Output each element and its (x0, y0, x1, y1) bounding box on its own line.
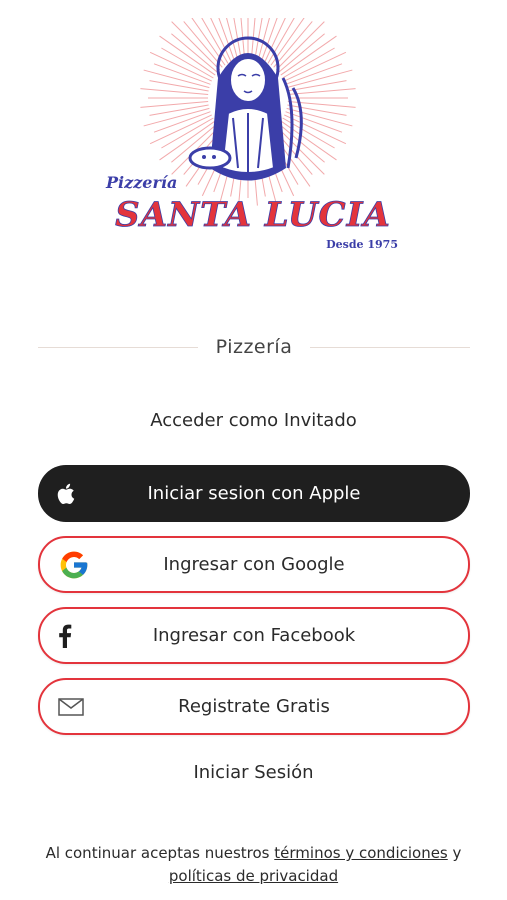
google-signin-label: Ingresar con Google (163, 554, 345, 575)
register-button[interactable]: Registrate Gratis (38, 678, 470, 735)
google-icon (58, 549, 90, 581)
logo-script-word: Pizzería (105, 173, 177, 192)
logo-ray (287, 80, 347, 92)
terms-link[interactable]: términos y condiciones (274, 844, 447, 862)
apple-signin-label: Iniciar sesion con Apple (147, 483, 361, 504)
legal-prefix: Al continuar aceptas nuestros (45, 844, 270, 862)
logo-ray (171, 21, 221, 71)
logo-since: Desde 1975 (326, 238, 398, 251)
divider-line-right (310, 346, 471, 348)
apple-signin-button[interactable]: Iniciar sesion con Apple (38, 465, 470, 522)
section-label: Pizzería (215, 336, 293, 358)
legal-conjunction: y (452, 844, 462, 862)
guest-access-link[interactable]: Acceder como Invitado (0, 410, 507, 431)
facebook-signin-label: Ingresar con Facebook (152, 625, 356, 646)
section-divider: Pizzería (38, 334, 471, 360)
logo-ray (275, 21, 325, 71)
logo-ray (149, 104, 209, 116)
logo-ray (287, 104, 347, 116)
apple-icon (56, 482, 78, 506)
logo-ray (149, 80, 209, 92)
legal-notice: Al continuar aceptas nuestros términos y… (20, 842, 487, 888)
brand-logo: Pizzería SANTA LUCIA Desde 1975 (98, 18, 408, 258)
privacy-link[interactable]: políticas de privacidad (169, 867, 338, 885)
google-signin-button[interactable]: Ingresar con Google (38, 536, 470, 593)
envelope-icon (58, 697, 84, 716)
register-label: Registrate Gratis (178, 696, 330, 717)
logo-brand-name: SANTA LUCIA (115, 195, 391, 235)
facebook-icon (58, 624, 72, 648)
divider-line-left (38, 346, 198, 348)
login-link[interactable]: Iniciar Sesión (0, 762, 507, 783)
facebook-signin-button[interactable]: Ingresar con Facebook (38, 607, 470, 664)
